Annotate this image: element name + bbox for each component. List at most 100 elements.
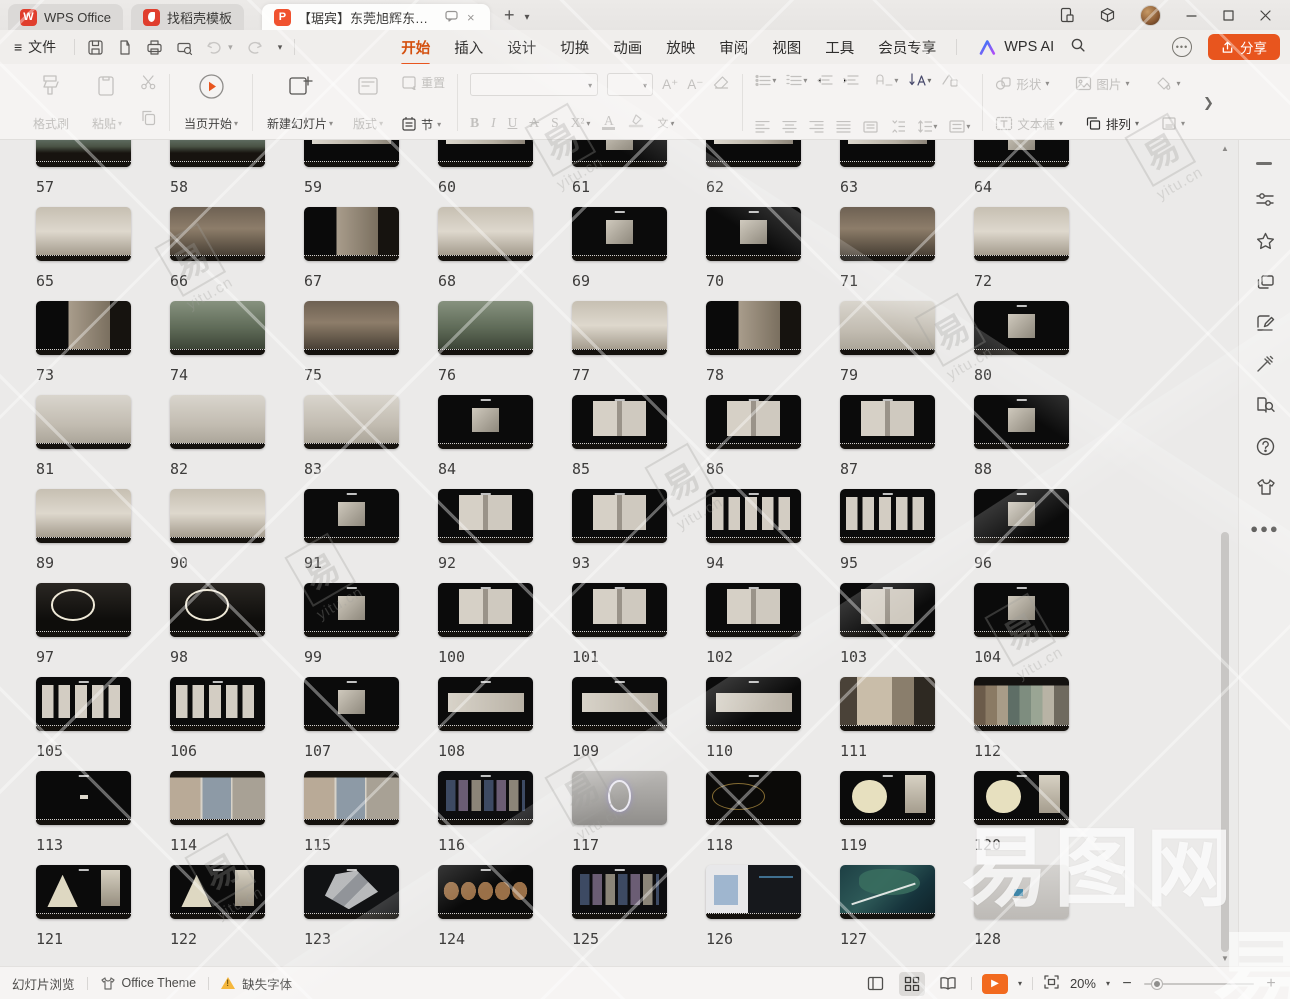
slide-thumbnail-80[interactable] [974, 301, 1069, 355]
fill-color-button[interactable]: ▾ [1155, 74, 1180, 93]
slide-thumbnail-113[interactable] [36, 771, 131, 825]
slide-thumbnail-104[interactable] [974, 583, 1069, 637]
font-size-select[interactable]: ▾ [607, 73, 653, 96]
slideshow-play-button[interactable]: ▶ [982, 974, 1008, 994]
align-center-button[interactable] [782, 121, 797, 133]
slide-thumbnail-128[interactable] [974, 865, 1069, 919]
underline-button[interactable]: U [508, 115, 518, 131]
slide-thumbnail-67[interactable] [304, 207, 399, 261]
superscript-button[interactable]: X²▾ [571, 115, 591, 131]
numbered-list-button[interactable]: ▾ [786, 74, 807, 87]
tab-animation[interactable]: 动画 [601, 31, 654, 64]
bullet-list-button[interactable]: ▾ [755, 74, 776, 87]
maximize-button[interactable] [1222, 9, 1235, 22]
slide-thumbnail-93[interactable] [572, 489, 667, 543]
row-spacing-button[interactable] [890, 120, 905, 133]
mobile-sync-icon[interactable] [1059, 7, 1075, 23]
align-left-button[interactable] [755, 121, 770, 133]
new-tab-button[interactable]: + [504, 5, 515, 26]
more-options-circle-icon[interactable]: ••• [1172, 37, 1192, 57]
fit-to-window-icon[interactable] [1043, 974, 1060, 993]
bold-button[interactable]: B [470, 115, 479, 131]
slide-thumbnail-99[interactable] [304, 583, 399, 637]
slide-thumbnail-70[interactable] [706, 207, 801, 261]
slide-thumbnail-122[interactable] [170, 865, 265, 919]
paste-button[interactable]: 粘贴▾ [84, 70, 130, 135]
char-spacing-button[interactable]: A [529, 115, 539, 131]
slide-thumbnail-62[interactable] [706, 140, 801, 167]
user-avatar[interactable] [1140, 5, 1161, 26]
slide-thumbnail-60[interactable] [438, 140, 533, 167]
tab-tools[interactable]: 工具 [813, 31, 866, 64]
undo-caret-icon[interactable]: ▾ [228, 42, 233, 53]
slide-thumbnail-98[interactable] [170, 583, 265, 637]
redo-icon[interactable] [246, 40, 263, 55]
more-dots-icon[interactable]: ●●● [1253, 516, 1277, 540]
slide-thumbnail-59[interactable] [304, 140, 399, 167]
decrease-indent-button[interactable] [817, 74, 833, 87]
slide-thumbnail-111[interactable] [840, 677, 935, 731]
tab-home[interactable]: 开始 [389, 31, 442, 64]
new-slide-button[interactable]: 新建幻灯片▾ [265, 70, 335, 135]
slide-thumbnail-105[interactable] [36, 677, 131, 731]
slide-thumbnail-101[interactable] [572, 583, 667, 637]
slide-thumbnail-108[interactable] [438, 677, 533, 731]
save-icon[interactable] [87, 39, 104, 56]
app-center-cube-icon[interactable] [1099, 7, 1116, 24]
strikethrough-button[interactable]: S [551, 115, 559, 131]
slide-thumbnail-116[interactable] [438, 771, 533, 825]
slide-thumbnail-83[interactable] [304, 395, 399, 449]
slide-thumbnail-118[interactable] [706, 771, 801, 825]
tab-review[interactable]: 审阅 [707, 31, 760, 64]
textbox-button[interactable]: 文本框▾ [995, 114, 1063, 133]
paragraph-spacing-button[interactable]: ▾ [949, 120, 970, 133]
frame-button[interactable]: ▾ [1161, 114, 1185, 133]
vertical-text-button[interactable]: ▾ [908, 73, 931, 87]
missing-font-button[interactable]: 缺失字体 [221, 974, 292, 993]
slide-thumbnail-65[interactable] [36, 207, 131, 261]
file-menu-button[interactable]: ≡ 文件 [0, 37, 66, 57]
tools-icon[interactable] [1253, 352, 1277, 376]
slide-thumbnail-126[interactable] [706, 865, 801, 919]
highlight-color-icon[interactable] [627, 113, 645, 133]
toolbar-options-caret-icon[interactable]: ▾ [278, 42, 283, 53]
slide-thumbnail-95[interactable] [840, 489, 935, 543]
increase-font-button[interactable]: A⁺ [662, 77, 678, 93]
distribute-text-button[interactable] [863, 121, 878, 133]
slide-thumbnail-84[interactable] [438, 395, 533, 449]
zoom-level-value[interactable]: 20% [1070, 976, 1096, 991]
scroll-down-arrow-icon[interactable]: ▼ [1219, 954, 1231, 963]
slide-thumbnail-100[interactable] [438, 583, 533, 637]
export-pdf-icon[interactable] [117, 39, 133, 56]
reset-button[interactable]: 重置 [401, 74, 445, 91]
tab-presentation-document[interactable]: P 【琚宾】东莞旭辉东莞黄江项... × [262, 4, 490, 30]
comment-bubble-icon[interactable] [445, 10, 458, 24]
slide-thumbnail-58[interactable] [170, 140, 265, 167]
zoom-in-button[interactable]: + [1264, 975, 1278, 993]
minimize-button[interactable] [1185, 9, 1198, 22]
picture-button[interactable]: 图片▾ [1075, 74, 1129, 93]
slide-thumbnail-69[interactable] [572, 207, 667, 261]
slide-thumbnail-97[interactable] [36, 583, 131, 637]
line-spacing-button[interactable]: ▾ [917, 120, 937, 133]
slide-thumbnail-121[interactable] [36, 865, 131, 919]
tab-list-caret-icon[interactable]: ▾ [524, 12, 529, 23]
slide-thumbnail-79[interactable] [840, 301, 935, 355]
cut-scissors-icon[interactable] [140, 74, 157, 95]
share-button[interactable]: 分享 [1208, 34, 1280, 60]
slide-thumbnail-91[interactable] [304, 489, 399, 543]
tab-docer-templates[interactable]: 找稻壳模板 [131, 4, 244, 30]
slide-thumbnail-123[interactable] [304, 865, 399, 919]
reading-view-button[interactable] [935, 972, 961, 996]
format-painter-button[interactable]: 格式刷 [28, 70, 74, 135]
slide-thumbnail-107[interactable] [304, 677, 399, 731]
slide-thumbnail-66[interactable] [170, 207, 265, 261]
slide-thumbnail-77[interactable] [572, 301, 667, 355]
layout-button[interactable]: 版式▾ [345, 70, 391, 135]
slide-thumbnail-127[interactable] [840, 865, 935, 919]
shapes-button[interactable]: 形状▾ [995, 74, 1049, 93]
slide-thumbnail-76[interactable] [438, 301, 533, 355]
slide-thumbnail-81[interactable] [36, 395, 131, 449]
slide-thumbnail-57[interactable] [36, 140, 131, 167]
print-icon[interactable] [146, 39, 163, 56]
